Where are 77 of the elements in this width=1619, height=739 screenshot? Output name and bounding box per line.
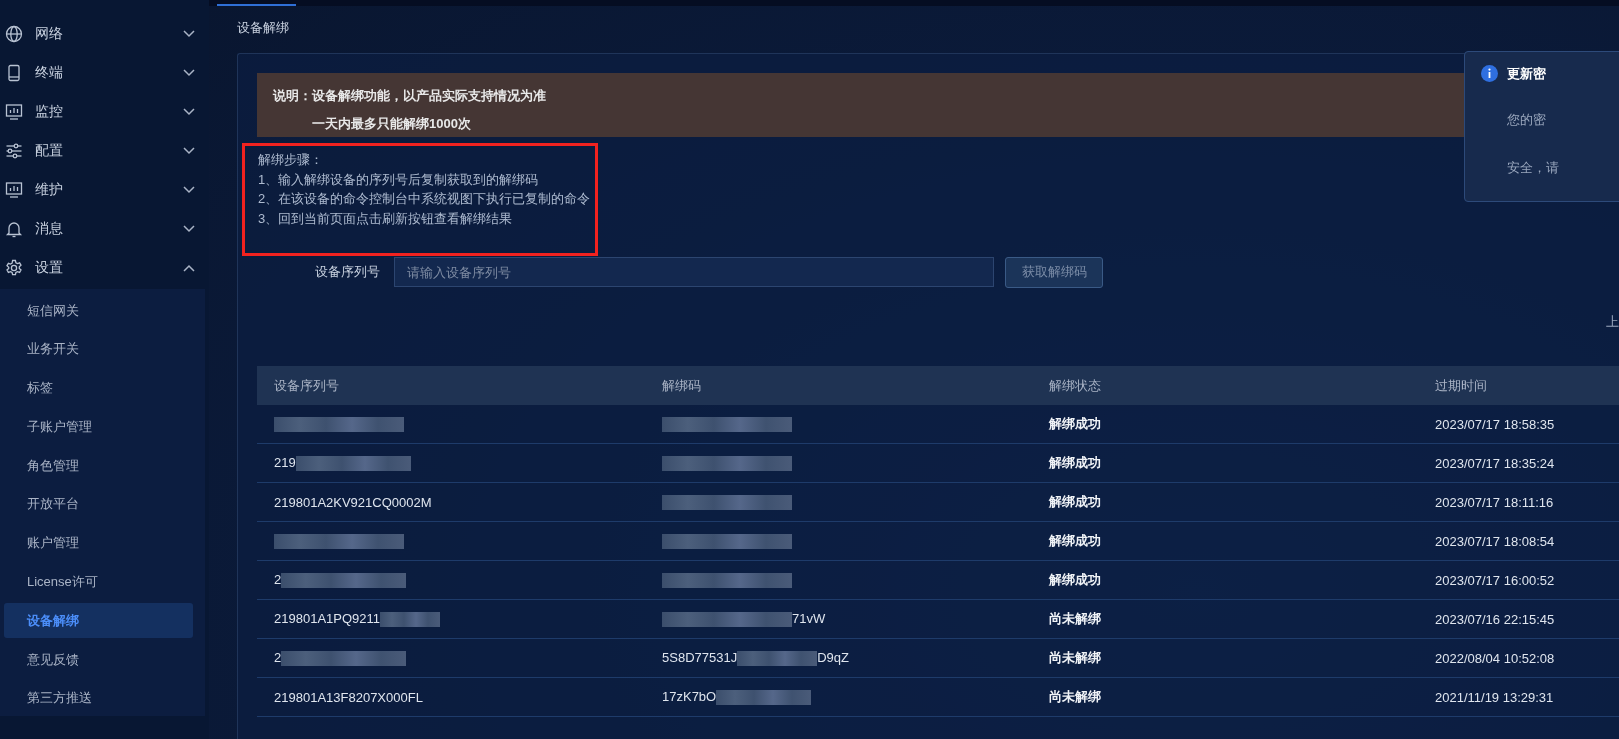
chevron-down-icon[interactable] [183, 68, 195, 77]
table-cell: 219801A1PQ9211 [274, 610, 381, 626]
step-text: 2、在该设备的命令控制台中系统视图下执行已复制的命令 [258, 190, 592, 208]
menu-item[interactable]: 网络 [35, 24, 171, 43]
submenu-item[interactable]: 意见反馈 [4, 642, 193, 678]
submenu-item[interactable]: 子账户管理 [4, 409, 193, 445]
bell-icon [5, 219, 23, 238]
chart-monitor-icon [5, 180, 23, 199]
step-text: 解绑步骤： [258, 151, 324, 169]
submenu-item[interactable]: 业务开关 [4, 331, 193, 367]
notice-text: 一天内最多只能解绑1000次 [312, 115, 471, 133]
status-cell: 解绑成功 [1032, 521, 1418, 561]
table-cell: 219801A2KV921CQ0002M [274, 494, 432, 510]
table-cell: 5S8D77531J [662, 649, 738, 665]
table-cell: 17zK7bO [662, 688, 717, 704]
menu-item[interactable]: 配置 [35, 141, 171, 160]
table-cell: 71vW [792, 610, 826, 626]
column-header: 解绑状态 [1032, 366, 1418, 405]
table-cell: 219801A13F8207X000FL [274, 689, 423, 705]
notification-title: 更新密 [1507, 65, 1547, 83]
submenu-item[interactable]: 角色管理 [4, 448, 193, 484]
notification-text: 您的密 [1507, 111, 1547, 130]
table-cell: 2023/07/17 18:35:24 [1418, 443, 1619, 483]
chart-monitor-icon [5, 102, 23, 121]
notification-text: 安全，请 [1507, 158, 1560, 177]
submenu-item[interactable]: 账户管理 [4, 525, 193, 561]
status-cell: 解绑成功 [1032, 482, 1418, 522]
table-cell: 2022/08/04 10:52:08 [1418, 638, 1619, 678]
globe-icon [5, 24, 23, 43]
table-cell: 2023/07/17 18:11:16 [1418, 482, 1619, 522]
table-cell: 2023/07/17 18:58:35 [1418, 405, 1619, 444]
submenu-item[interactable]: 短信网关 [4, 293, 193, 328]
sliders-icon [5, 141, 23, 160]
settings-icon [5, 258, 23, 277]
field-label: 设备序列号 [314, 263, 381, 281]
notice-text: 设备解绑功能，以产品实际支持情况为准 [312, 87, 546, 105]
column-header: 解绑码 [645, 366, 1032, 405]
phone-icon [5, 63, 23, 82]
table-cell: 2023/07/16 22:15:45 [1418, 599, 1619, 639]
submenu-item[interactable]: License许可 [4, 564, 193, 600]
submenu-item[interactable]: 开放平台 [4, 487, 193, 522]
status-cell: 尚未解绑 [1032, 677, 1418, 717]
column-header: 设备序列号 [257, 366, 645, 405]
step-text: 3、回到当前页面点击刷新按钮查看解绑结果 [258, 209, 514, 228]
menu-item[interactable]: 终端 [35, 63, 171, 82]
refresh-time-text: 上 [1606, 313, 1619, 331]
chevron-down-icon[interactable] [183, 146, 195, 155]
chevron-down-icon[interactable] [183, 224, 195, 233]
chevron-up-icon[interactable] [183, 263, 195, 272]
serial-input-field[interactable]: 请输入设备序列号 [394, 257, 994, 287]
table-cell: 2 [274, 649, 282, 665]
table-cell: 2 [274, 571, 282, 587]
menu-item[interactable]: 监控 [35, 102, 171, 121]
table-cell: 219 [274, 454, 296, 470]
chevron-down-icon[interactable] [183, 185, 195, 194]
table-cell: 2023/07/17 18:08:54 [1418, 521, 1619, 561]
submenu-item[interactable]: 第三方推送 [4, 680, 193, 716]
info-icon [1481, 65, 1498, 82]
status-cell: 尚未解绑 [1032, 638, 1418, 678]
table-cell: 2023/07/17 16:00:52 [1418, 560, 1619, 600]
step-text: 1、输入解绑设备的序列号后复制获取到的解绑码 [258, 170, 540, 189]
breadcrumb: 设备解绑 [236, 19, 290, 37]
submenu-item[interactable]: 设备解绑 [4, 603, 193, 639]
table-cell: 2021/11/19 13:29:31 [1418, 677, 1619, 717]
menu-item[interactable]: 设置 [35, 258, 171, 277]
menu-item[interactable]: 消息 [35, 219, 171, 238]
submenu-item[interactable]: 标签 [4, 370, 193, 406]
status-cell: 解绑成功 [1032, 443, 1418, 483]
status-cell: 尚未解绑 [1032, 599, 1418, 639]
chevron-down-icon[interactable] [183, 107, 195, 116]
table-cell: D9qZ [817, 649, 849, 665]
notice-label: 说明： [273, 87, 312, 105]
column-header: 过期时间 [1418, 366, 1619, 405]
chevron-down-icon[interactable] [183, 29, 195, 38]
status-cell: 解绑成功 [1032, 560, 1418, 600]
status-cell: 解绑成功 [1032, 405, 1418, 444]
menu-item[interactable]: 维护 [35, 180, 171, 199]
